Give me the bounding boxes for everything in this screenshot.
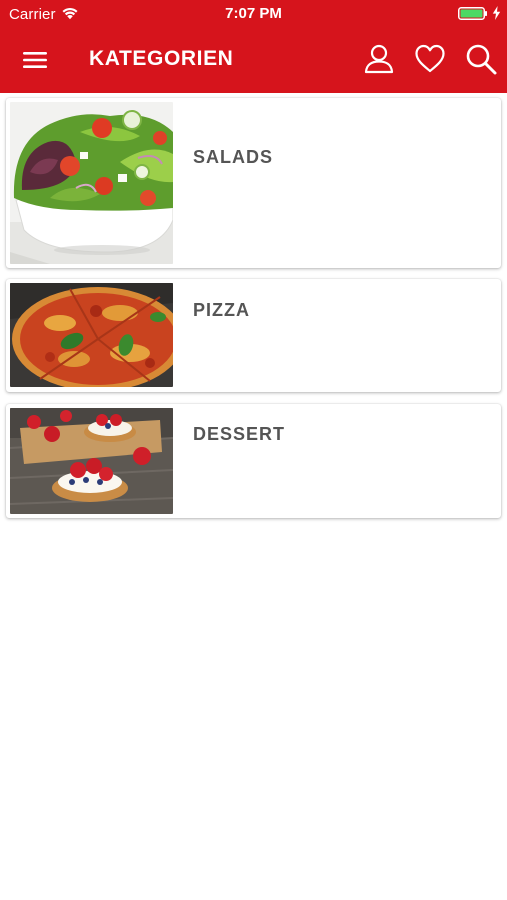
status-time: 7:07 PM (225, 5, 282, 22)
charging-bolt-icon (492, 6, 501, 20)
category-card-dessert[interactable]: DESSERT (6, 404, 501, 518)
app-screen: Carrier 7:07 PM KATEGORIEN SALADS PIZZA … (0, 0, 507, 900)
category-label: SALADS (193, 147, 274, 167)
status-bar: Carrier 7:07 PM (0, 0, 507, 28)
pizza-image (10, 283, 173, 387)
category-card-salads[interactable]: SALADS (6, 98, 501, 268)
category-label: PIZZA (193, 300, 250, 320)
menu-icon[interactable] (22, 48, 48, 72)
category-label: DESSERT (193, 424, 286, 444)
salad-bowl-image (10, 102, 173, 264)
search-icon[interactable] (464, 42, 498, 76)
battery-icon (458, 7, 487, 20)
heart-icon[interactable] (413, 42, 447, 76)
category-card-pizza[interactable]: PIZZA (6, 279, 501, 392)
page-title: KATEGORIEN (89, 47, 234, 70)
navigation-bar: KATEGORIEN (0, 28, 507, 93)
user-icon[interactable] (362, 42, 396, 76)
strawberry-tart-image (10, 408, 173, 514)
app-header: Carrier 7:07 PM KATEGORIEN (0, 0, 507, 93)
